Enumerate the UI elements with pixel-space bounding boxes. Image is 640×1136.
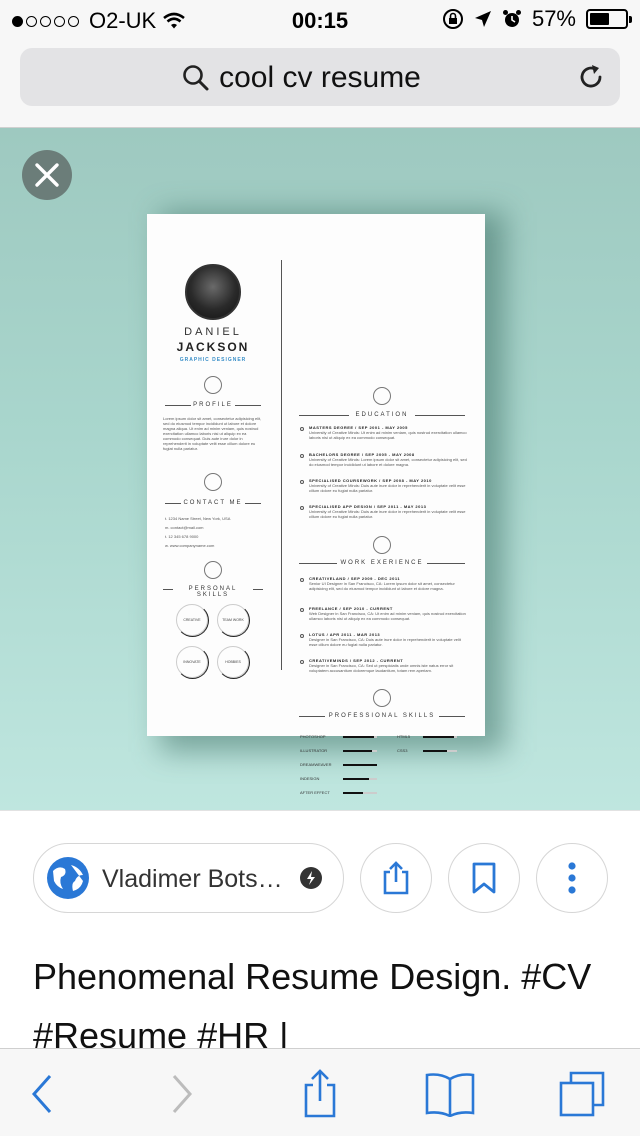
image-viewer[interactable]: DANIEL JACKSON GRAPHIC DESIGNER PROFILE … bbox=[0, 128, 640, 810]
source-name: Vladimer Bots… bbox=[102, 865, 283, 893]
skill-bar bbox=[423, 736, 457, 738]
education-entry: SPECIALISED COURSEWORK / SEP 2008 - MAY … bbox=[309, 478, 466, 493]
bookmarks-button[interactable] bbox=[420, 1069, 480, 1119]
status-bar: O2-UK 00:15 57% bbox=[0, 0, 640, 40]
more-options-button[interactable] bbox=[536, 843, 608, 913]
work-entry: LOTUS / APR 2011 - MAR 2013 Designer in S… bbox=[309, 632, 461, 647]
contact-line: w. www.companyname.com bbox=[165, 543, 215, 548]
more-vertical-icon bbox=[568, 862, 576, 894]
education-entry: SPECIALISED APP DESIGN / SEP 2011 - MAY … bbox=[309, 504, 466, 519]
work-entry: FREELANCE / SEP 2010 - CURRENT Web Design… bbox=[309, 606, 466, 621]
tabs-button[interactable] bbox=[552, 1069, 612, 1119]
skill-circle: CREATIVE bbox=[175, 603, 209, 637]
resume-first-name: DANIEL bbox=[184, 326, 242, 338]
resume-role: GRAPHIC DESIGNER bbox=[179, 357, 247, 363]
skill-bar bbox=[343, 750, 377, 752]
skill-label: DREAMWEAVER bbox=[300, 762, 332, 767]
skill-label: HTML5 bbox=[397, 734, 411, 739]
profile-text: Lorem ipsum dolor sit amet, consectetur … bbox=[163, 416, 262, 451]
skill-bar bbox=[343, 764, 377, 766]
education-title: EDUCATION bbox=[355, 412, 409, 418]
share-toolbar-button[interactable] bbox=[290, 1069, 350, 1119]
battery-icon bbox=[586, 9, 632, 29]
skill-bar bbox=[423, 750, 457, 752]
skill-label: INDESIGN bbox=[300, 776, 320, 781]
professional-skills-title: PROFESSIONAL SKILLS bbox=[328, 713, 436, 719]
close-button[interactable] bbox=[22, 150, 72, 200]
personal-skills-title: PERSONAL SKILLS bbox=[188, 586, 238, 598]
skill-label: CSS3 bbox=[397, 748, 408, 753]
alarm-icon bbox=[502, 10, 521, 27]
work-entry: CREATIVELAND / SEP 2009 - DEC 2011 Senior… bbox=[309, 576, 455, 591]
profile-photo bbox=[185, 264, 241, 320]
contact-line: t. 1234 Name Street, New York, USA bbox=[165, 516, 231, 521]
rotation-lock-icon bbox=[442, 9, 463, 29]
chart-icon bbox=[373, 689, 391, 707]
skill-label: AFTER EFFECT bbox=[300, 790, 330, 795]
open-book-icon bbox=[425, 1073, 475, 1117]
battery-percent: 57% bbox=[531, 6, 576, 31]
share-button[interactable] bbox=[360, 843, 432, 913]
skill-bar bbox=[343, 778, 377, 780]
contact-section-title: CONTACT ME bbox=[183, 500, 243, 506]
skill-circle: INNOVATE bbox=[175, 645, 209, 679]
amp-lightning-icon bbox=[300, 867, 322, 889]
clock-icon bbox=[204, 561, 222, 579]
share-icon bbox=[304, 1069, 336, 1118]
education-entry: BACHELORS DEGREE / SEP 2005 - MAY 2008 Un… bbox=[309, 452, 467, 467]
skill-circle: TEAM WORK bbox=[216, 603, 250, 637]
skill-label: PHOTOSHOP bbox=[300, 734, 326, 739]
image-details: Vladimer Bots… Phenomenal Resume Design.… bbox=[0, 810, 640, 1056]
graduation-cap-icon bbox=[373, 387, 391, 405]
work-experience-title: WORK EXERIENCE bbox=[340, 560, 424, 566]
globe-icon bbox=[47, 857, 89, 899]
magnet-icon bbox=[204, 473, 222, 491]
column-divider bbox=[281, 260, 282, 670]
education-entry: MASTERS DEGREE / SEP 2001 - MAY 2005 Univ… bbox=[309, 425, 467, 440]
address-bar[interactable]: cool cv resume bbox=[20, 48, 620, 106]
bookmark-icon bbox=[472, 862, 496, 894]
source-link[interactable]: Vladimer Bots… bbox=[33, 843, 344, 913]
skill-bar bbox=[343, 792, 377, 794]
close-icon bbox=[35, 163, 59, 187]
resume-last-name: JACKSON bbox=[176, 340, 250, 354]
bottom-toolbar bbox=[0, 1048, 640, 1136]
folder-icon bbox=[204, 376, 222, 394]
skill-label: ILLUSTRATOR bbox=[300, 748, 328, 753]
reload-icon[interactable] bbox=[576, 62, 606, 92]
share-icon bbox=[383, 861, 409, 895]
contact-line: m. contact@mail.com bbox=[165, 525, 204, 530]
skill-circle: HOBBIES bbox=[216, 645, 250, 679]
chevron-left-icon bbox=[31, 1075, 52, 1113]
profile-section-title: PROFILE bbox=[193, 402, 233, 408]
address-bar-container: cool cv resume bbox=[0, 40, 640, 128]
briefcase-icon bbox=[373, 536, 391, 554]
skill-bar bbox=[343, 736, 377, 738]
save-bookmark-button[interactable] bbox=[448, 843, 520, 913]
back-button[interactable] bbox=[12, 1069, 72, 1119]
chevron-right-icon bbox=[172, 1075, 193, 1113]
location-arrow-icon bbox=[474, 11, 491, 27]
forward-button[interactable] bbox=[152, 1069, 212, 1119]
contact-line: t. 12 345 678 9000 bbox=[165, 534, 199, 539]
search-query[interactable]: cool cv resume bbox=[20, 61, 620, 95]
work-entry: CREATIVEMINDS / SEP 2012 - CURRENT Design… bbox=[309, 658, 454, 673]
resume-image: DANIEL JACKSON GRAPHIC DESIGNER PROFILE … bbox=[147, 214, 485, 795]
tabs-icon bbox=[559, 1071, 605, 1117]
